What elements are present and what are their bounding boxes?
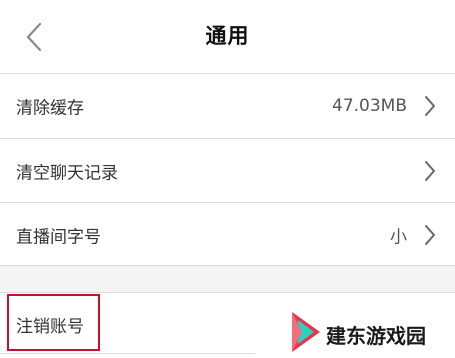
clear-cache-label: 清除缓存 <box>16 98 84 118</box>
watermark-text: 建东游戏园 <box>326 324 426 348</box>
cache-size-value: 47.03MB <box>332 95 407 116</box>
chevron-right-icon <box>425 160 435 181</box>
clear-chat-label: 清空聊天记录 <box>16 163 118 183</box>
settings-row-clear-cache[interactable]: 清除缓存 47.03MB <box>0 74 455 137</box>
section-gap <box>0 266 455 292</box>
font-size-value: 小 <box>390 227 407 247</box>
settings-row-clear-chat[interactable]: 清空聊天记录 <box>0 139 455 202</box>
chevron-right-icon <box>425 224 435 245</box>
watermark-logo: 建东游戏园 <box>290 306 450 356</box>
cancel-account-button[interactable]: 注销账号 <box>16 312 84 337</box>
chevron-right-icon <box>425 95 435 116</box>
divider <box>0 353 255 354</box>
page-title: 通用 <box>205 24 250 48</box>
logo-icon <box>292 312 320 352</box>
divider <box>0 292 455 293</box>
navigation-bar: 通用 <box>0 0 455 73</box>
font-size-label: 直播间字号 <box>16 227 101 247</box>
settings-row-font-size[interactable]: 直播间字号 小 <box>0 203 455 266</box>
